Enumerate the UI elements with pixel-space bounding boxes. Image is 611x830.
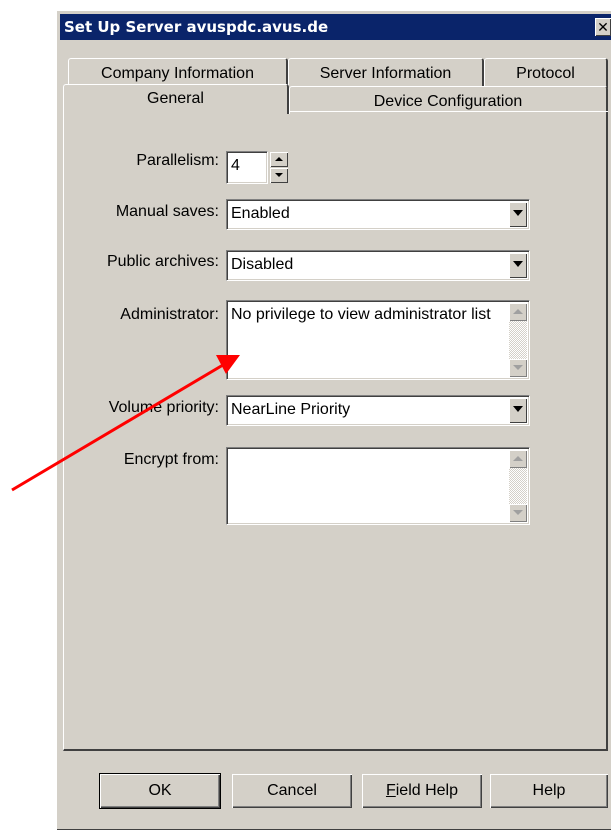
annotation-arrow-head <box>216 355 240 374</box>
annotation-arrow-icon <box>11 355 240 492</box>
annotation-arrow-line <box>11 360 229 492</box>
tab-general[interactable]: General <box>63 84 289 114</box>
